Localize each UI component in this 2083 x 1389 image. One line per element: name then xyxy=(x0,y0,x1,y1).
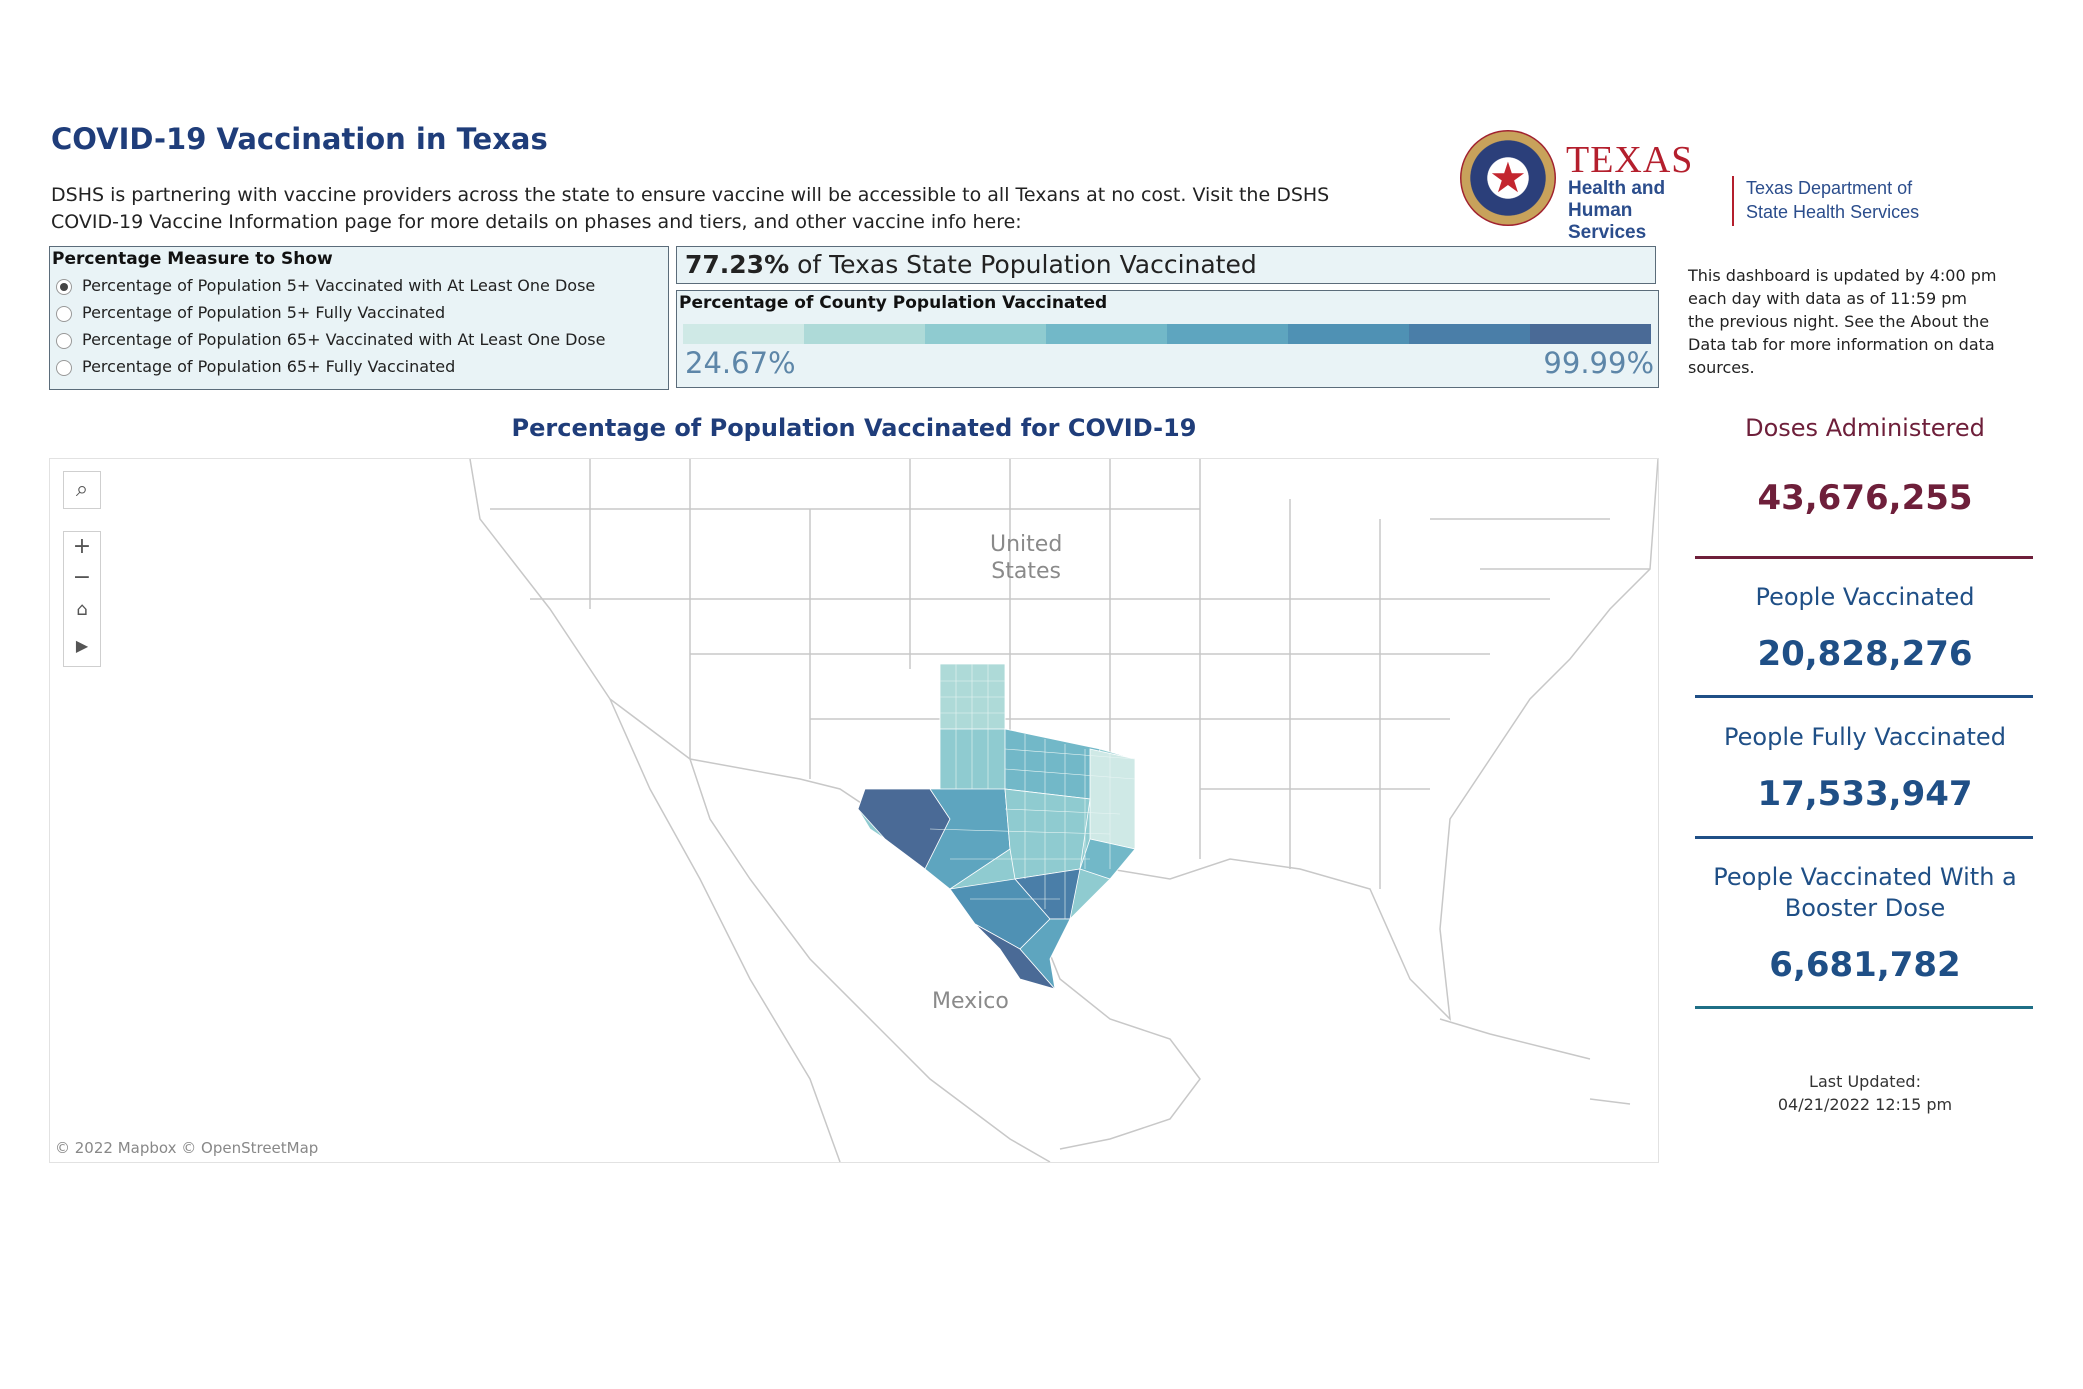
people-fully-vaccinated-value: 17,533,947 xyxy=(1757,774,1973,814)
texas-hhs-logo: ★ TEXAS Health and Human Services Texas … xyxy=(1460,128,1920,243)
legend-swatch xyxy=(683,324,804,344)
map-search-button[interactable]: ⌕ xyxy=(63,471,101,509)
radio-button[interactable] xyxy=(56,359,72,376)
legend-swatch xyxy=(1167,324,1288,344)
stat-divider xyxy=(1695,836,2033,839)
booster-dose-label: People Vaccinated With a Booster Dose xyxy=(1713,863,2017,922)
legend-swatch xyxy=(925,324,1046,344)
state-percentage: 77.23% of Texas State Population Vaccina… xyxy=(676,246,1656,284)
color-legend: Percentage of County Population Vaccinat… xyxy=(676,290,1659,388)
booster-dose-value: 6,681,782 xyxy=(1769,945,1961,985)
update-note: This dashboard is updated by 4:00 pm eac… xyxy=(1688,266,1997,377)
doses-administered-value: 43,676,255 xyxy=(1757,478,1973,518)
page-title: COVID-19 Vaccination in Texas xyxy=(51,122,548,156)
map-label-mexico: Mexico xyxy=(932,989,1009,1014)
legend-min: 24.67% xyxy=(685,346,796,380)
star-icon: ★ xyxy=(1489,153,1527,202)
state-percentage-value: 77.23% xyxy=(685,250,790,279)
vaccination-map[interactable]: ⌕ + − ⌂ ▶ United States Mexico © 2022 Ma… xyxy=(49,458,1659,1163)
zoom-in-button[interactable]: + xyxy=(63,531,101,563)
map-credit[interactable]: © 2022 Mapbox © OpenStreetMap xyxy=(55,1139,318,1157)
people-vaccinated-value: 20,828,276 xyxy=(1757,634,1973,674)
stat-divider xyxy=(1695,1006,2033,1009)
last-updated-label: Last Updated: xyxy=(1809,1072,1921,1091)
logo-hhs-text: Health and Human Services xyxy=(1568,178,1728,244)
logo-hhs-line1: Health and Human xyxy=(1568,178,1666,221)
measure-option[interactable]: Percentage of Population 5+ Fully Vaccin… xyxy=(56,300,445,326)
play-button[interactable]: ▶ xyxy=(63,627,101,667)
logo-dshs-line2: State Health Services xyxy=(1746,202,1920,222)
home-icon: ⌂ xyxy=(76,599,88,620)
zoom-out-icon: − xyxy=(72,565,92,590)
play-icon: ▶ xyxy=(75,636,89,655)
measure-title: Percentage Measure to Show xyxy=(52,249,333,269)
radio-button[interactable] xyxy=(56,332,72,349)
stat-divider xyxy=(1695,556,2033,559)
legend-max: 99.99% xyxy=(1543,346,1654,380)
measure-option-label: Percentage of Population 65+ Vaccinated … xyxy=(82,330,606,349)
legend-swatch xyxy=(1046,324,1167,344)
measure-option-label: Percentage of Population 5+ Fully Vaccin… xyxy=(82,303,446,322)
people-fully-vaccinated-label: People Fully Vaccinated xyxy=(1724,723,2006,751)
map-label-us: United States xyxy=(990,531,1062,585)
radio-button[interactable] xyxy=(56,278,72,295)
map-label-us-line2: States xyxy=(991,559,1061,584)
intro-text: DSHS is partnering with vaccine provider… xyxy=(51,184,1330,233)
logo-texas-text: TEXAS xyxy=(1566,139,1694,181)
last-updated: Last Updated: 04/21/2022 12:15 pm xyxy=(1695,1070,2035,1116)
legend-swatch xyxy=(1409,324,1530,344)
zoom-out-button[interactable]: − xyxy=(63,563,101,595)
people-vaccinated-label: People Vaccinated xyxy=(1755,583,1975,611)
map-title: Percentage of Population Vaccinated for … xyxy=(511,414,1197,442)
home-button[interactable]: ⌂ xyxy=(63,595,101,627)
legend-title: Percentage of County Population Vaccinat… xyxy=(679,293,1108,313)
legend-swatch xyxy=(804,324,925,344)
measure-option[interactable]: Percentage of Population 65+ Fully Vacci… xyxy=(56,354,455,380)
legend-swatch xyxy=(1288,324,1409,344)
last-updated-value: 04/21/2022 12:15 pm xyxy=(1777,1095,1953,1114)
logo-dshs-line1: Texas Department of xyxy=(1746,178,1913,198)
map-basemap xyxy=(469,459,1658,1162)
logo-dshs-text: Texas Department of State Health Service… xyxy=(1746,176,1946,224)
doses-administered-label: Doses Administered xyxy=(1745,414,1985,442)
search-icon: ⌕ xyxy=(75,477,89,502)
legend-color-bar xyxy=(683,324,1651,344)
logo-divider xyxy=(1732,176,1734,226)
measure-option[interactable]: Percentage of Population 65+ Vaccinated … xyxy=(56,327,605,353)
zoom-in-icon: + xyxy=(72,534,92,559)
measure-option-label: Percentage of Population 5+ Vaccinated w… xyxy=(82,276,596,295)
measure-option-label: Percentage of Population 65+ Fully Vacci… xyxy=(82,357,456,376)
radio-button[interactable] xyxy=(56,305,72,322)
stat-divider xyxy=(1695,695,2033,698)
logo-hhs-line2: Services xyxy=(1568,222,1647,243)
legend-swatch xyxy=(1530,324,1651,344)
measure-selector: Percentage Measure to Show Percentage of… xyxy=(49,246,669,390)
measure-option[interactable]: Percentage of Population 5+ Vaccinated w… xyxy=(56,273,595,299)
state-percentage-label: of Texas State Population Vaccinated xyxy=(789,250,1257,279)
map-label-us-line1: United xyxy=(990,532,1063,557)
